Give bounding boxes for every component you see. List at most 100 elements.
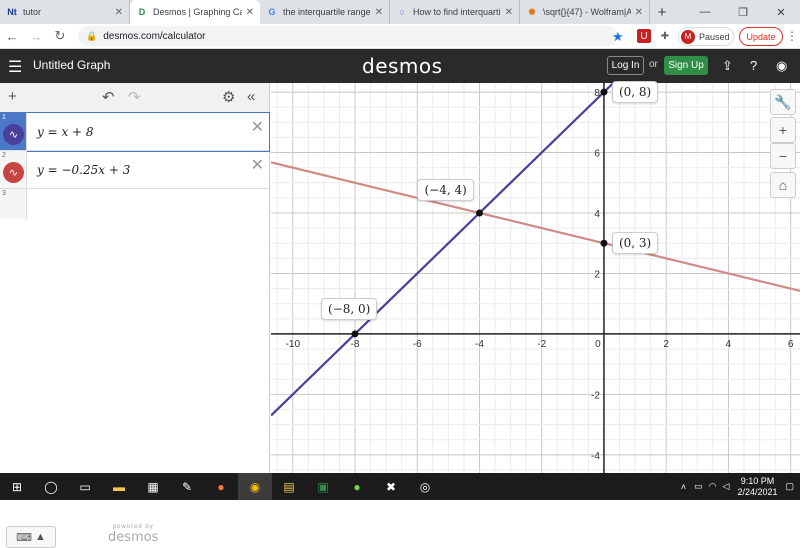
undo-icon[interactable]: ↶: [102, 88, 115, 106]
lock-icon: 🔒: [86, 30, 98, 41]
app-icon-3[interactable]: ▣: [306, 473, 340, 500]
puzzle-icon[interactable]: ✚: [658, 29, 672, 43]
tab-close-icon[interactable]: ✕: [505, 7, 513, 18]
xm-icon[interactable]: ✖: [374, 473, 408, 500]
tab-favicon-icon: D: [138, 7, 146, 17]
file-explorer-icon[interactable]: ▬: [102, 473, 136, 500]
point-label[interactable]: (0, 8): [611, 81, 659, 104]
graph-paper[interactable]: -10 -8 -6 -4 -2 0 2 4 6 -4 -2 2 4 6 8 🔧 + − ⌂ (−8, 0)(…: [270, 0, 800, 473]
x-tick-label: 4: [726, 339, 732, 350]
tab-title: tutor: [23, 7, 42, 17]
expression-gutter: 2 ∿: [0, 151, 27, 188]
system-tray: ˄ ▭ ◠ ◁ 9:10 PM 2/24/2021 ▢: [681, 473, 800, 500]
wrench-icon[interactable]: 🔧: [770, 89, 796, 115]
signup-button[interactable]: Sign Up: [664, 56, 708, 75]
delete-expression-icon[interactable]: ✕: [251, 117, 264, 137]
expression-input[interactable]: y = −0.25x + 3: [37, 163, 130, 177]
graph-svg[interactable]: -10 -8 -6 -4 -2 0 2 4 6-4-22468: [270, 0, 800, 473]
tab-favicon-icon: ○: [399, 7, 405, 17]
upwork-icon[interactable]: ●: [340, 473, 374, 500]
settings-gear-icon[interactable]: ⚙: [222, 88, 235, 106]
avatar: M: [681, 29, 695, 44]
tab-close-icon[interactable]: ✕: [246, 7, 254, 18]
caret-up-icon: ▲: [35, 531, 46, 543]
hamburger-menu-icon[interactable]: ☰: [8, 57, 22, 77]
task-view-icon[interactable]: ▭: [68, 473, 102, 500]
calculator-icon[interactable]: ▦: [136, 473, 170, 500]
minimize-icon[interactable]: —: [686, 0, 724, 24]
point-label[interactable]: (−4, 4): [417, 179, 474, 201]
tray-chevron-icon[interactable]: ˄: [681, 482, 686, 492]
expression-row[interactable]: 2 ∿ y = −0.25x + 3 ✕: [0, 151, 269, 189]
point-marker: [600, 239, 608, 247]
keyboard-toggle-button[interactable]: ⌨ ▲: [6, 526, 56, 548]
browser-tab-strip: Nttutor✕DDesmos | Graphing Calcu✕Gthe in…: [0, 0, 800, 24]
volume-icon[interactable]: ◁: [723, 481, 730, 492]
browser-tab[interactable]: Gthe interquartile range i ✕: [260, 0, 390, 24]
powered-by-brand: desmos: [108, 530, 159, 545]
update-button[interactable]: Update: [739, 27, 783, 46]
clock[interactable]: 9:10 PM 2/24/2021: [737, 476, 777, 498]
expression-gutter: 3: [0, 189, 27, 219]
desmos-logo: desmos: [362, 54, 443, 78]
expression-row[interactable]: 3: [0, 189, 269, 219]
add-item-icon[interactable]: +: [8, 88, 17, 105]
tab-close-icon[interactable]: ✕: [635, 7, 643, 18]
window-controls: — ❐ ✕: [686, 0, 800, 24]
graph-toggle-icon[interactable]: ∿: [3, 124, 24, 145]
redo-icon[interactable]: ↷: [128, 88, 141, 106]
expression-panel: + ↶ ↷ ⚙ « 1 ∿ y = x + 8 ✕ 2 ∿ y = −0.25x + 3 ✕ 3…: [0, 83, 270, 548]
app-icon[interactable]: ✎: [170, 473, 204, 500]
address-bar: ← → ↻ 🔒 desmos.com/calculator ★ U ✚ M Pa…: [0, 24, 800, 49]
battery-icon[interactable]: ▭: [694, 481, 703, 492]
expression-index: 1: [2, 114, 6, 121]
collapse-panel-icon[interactable]: «: [247, 88, 255, 105]
expression-input[interactable]: y = x + 8: [37, 125, 94, 139]
home-icon[interactable]: ⌂: [770, 172, 796, 198]
browser-tab[interactable]: ○ How to find interquartile ✕: [390, 0, 520, 24]
browser-tab[interactable]: ✹ \sqrt{}{47} - Wolfram|Alph ✕: [520, 0, 650, 24]
browser-tab[interactable]: D Desmos | Graphing Calcu ✕: [130, 0, 260, 24]
extension-icon[interactable]: U: [637, 29, 651, 43]
x-tick-label: -2: [537, 339, 546, 350]
graph-toggle-icon[interactable]: ∿: [3, 162, 24, 183]
x-tick-label: -6: [413, 339, 422, 350]
x-tick-label: 2: [663, 339, 669, 350]
back-icon[interactable]: ←: [0, 24, 24, 48]
help-icon[interactable]: ?: [750, 58, 757, 73]
start-icon[interactable]: ⊞: [0, 473, 34, 500]
firefox-icon[interactable]: ●: [204, 473, 238, 500]
bookmark-star-icon[interactable]: ★: [612, 29, 624, 45]
graph-title[interactable]: Untitled Graph: [33, 58, 110, 72]
wifi-icon[interactable]: ◠: [709, 481, 717, 492]
url-input[interactable]: 🔒 desmos.com/calculator: [78, 26, 618, 46]
close-window-icon[interactable]: ✕: [762, 0, 800, 24]
expression-row[interactable]: 1 ∿ y = x + 8 ✕: [0, 112, 270, 152]
profile-button[interactable]: M Paused: [678, 27, 734, 46]
y-tick-label: -4: [591, 451, 600, 462]
zoom-in-icon[interactable]: +: [770, 117, 796, 143]
forward-icon[interactable]: →: [24, 24, 48, 48]
globe-icon[interactable]: ◉: [776, 58, 787, 74]
browser-menu-icon[interactable]: ⋮: [786, 29, 798, 43]
reload-icon[interactable]: ↻: [48, 24, 72, 48]
chrome-icon[interactable]: ◉: [238, 473, 272, 500]
powered-by-desmos: powered by desmos: [108, 524, 158, 545]
new-tab-button[interactable]: +: [650, 0, 674, 24]
tab-close-icon[interactable]: ✕: [375, 7, 383, 18]
point-label[interactable]: (0, 3): [611, 232, 659, 255]
search-icon[interactable]: ◯: [34, 473, 68, 500]
share-icon[interactable]: ⇪: [722, 58, 733, 74]
app-icon-4[interactable]: ◎: [408, 473, 442, 500]
delete-expression-icon[interactable]: ✕: [251, 155, 264, 175]
taskbar: ⊞ ◯ ▭ ▬ ▦ ✎ ● ◉ ▤ ▣ ● ✖ ◎ ˄ ▭ ◠ ◁ 9:10 P…: [0, 473, 800, 500]
zoom-out-icon[interactable]: −: [770, 143, 796, 169]
point-label[interactable]: (−8, 0): [321, 297, 378, 320]
notifications-icon[interactable]: ▢: [785, 481, 794, 492]
tab-close-icon[interactable]: ✕: [115, 7, 123, 18]
app-icon-2[interactable]: ▤: [272, 473, 306, 500]
x-tick-label: -4: [475, 339, 484, 350]
login-button[interactable]: Log In: [607, 56, 644, 75]
browser-tab[interactable]: Nt tutor ✕: [0, 0, 130, 24]
restore-icon[interactable]: ❐: [724, 0, 762, 24]
